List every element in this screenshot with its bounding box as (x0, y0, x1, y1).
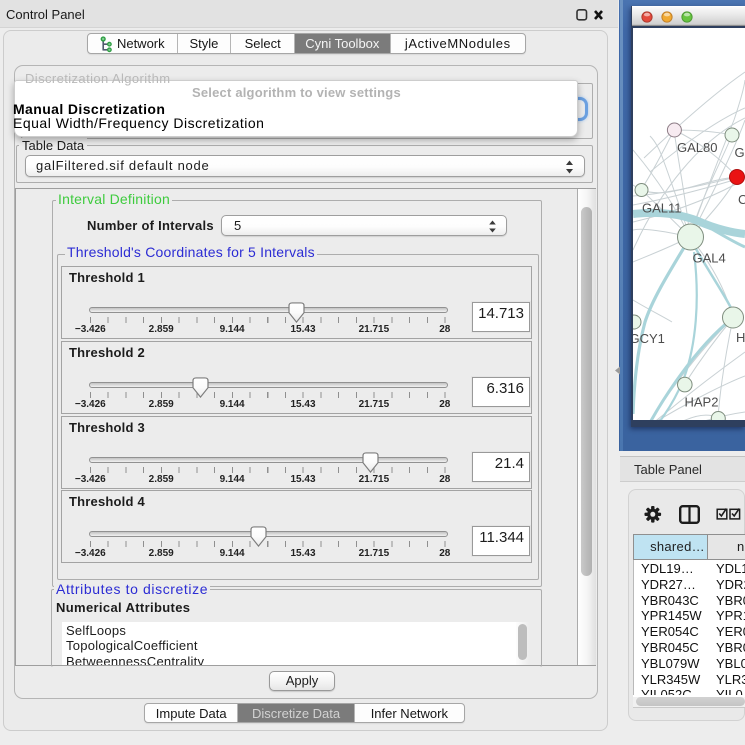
svg-text:GCY1: GCY1 (633, 331, 665, 346)
svg-text:G: G (735, 145, 745, 160)
svg-text:C: C (738, 192, 745, 207)
svg-text:GAL4: GAL4 (693, 251, 726, 266)
svg-text:GAL80: GAL80 (677, 140, 717, 155)
svg-text:H: H (736, 330, 745, 345)
svg-text:HAP2: HAP2 (685, 395, 719, 410)
svg-text:GAL11: GAL11 (642, 201, 682, 216)
